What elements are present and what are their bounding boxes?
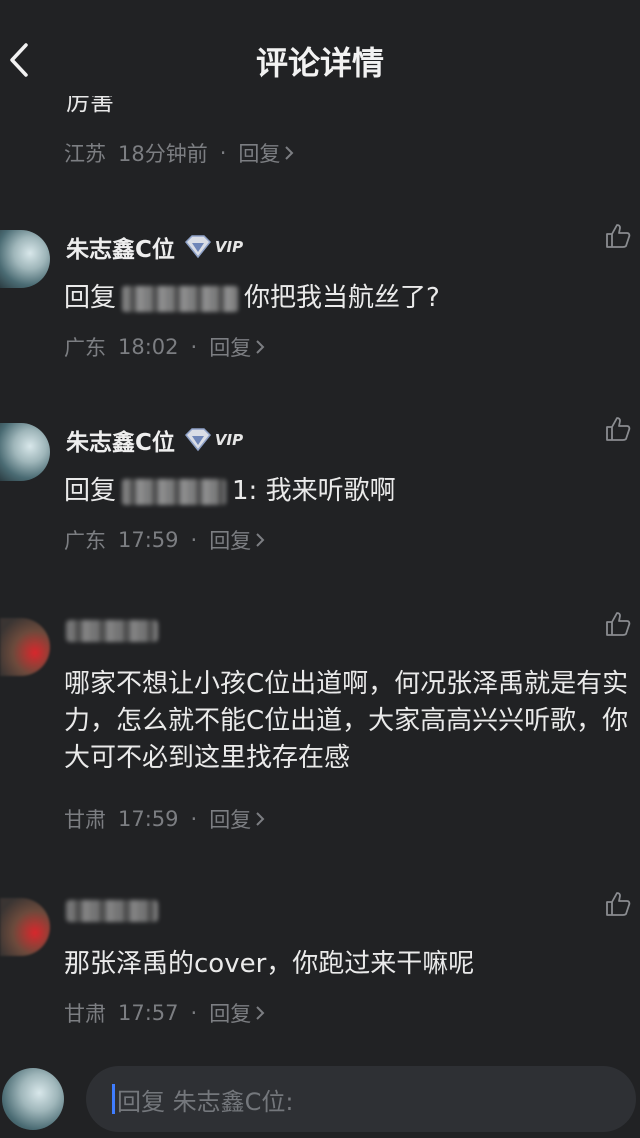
- comment-location: 广东: [64, 336, 106, 360]
- reply-link[interactable]: 回复: [209, 525, 265, 555]
- avatar[interactable]: [0, 230, 50, 288]
- comment-time: 18:02: [118, 335, 179, 359]
- comment-body: 哪家不想让小孩C位出道啊，何况张泽禹就是有实力，怎么就不能C位出道，大家高高兴兴…: [64, 669, 629, 773]
- comment-meta: 甘肃 17:57 · 回复: [64, 998, 265, 1028]
- vip-badge: VIP: [183, 235, 243, 259]
- reply-link[interactable]: 回复: [209, 804, 265, 834]
- comment-meta: 广东 18:02 · 回复: [64, 332, 265, 362]
- comment-body: 回复 你把我当航丝了?: [64, 283, 440, 313]
- comment-author[interactable]: 朱志鑫C位 VIP: [66, 230, 243, 264]
- vip-diamond-icon: [184, 428, 211, 452]
- reply-input[interactable]: 回复 朱志鑫C位:: [86, 1066, 636, 1132]
- comment-location: 广东: [64, 529, 106, 553]
- thumbs-up-icon[interactable]: [604, 610, 632, 638]
- comment-meta: 甘肃 17:59 · 回复: [64, 804, 265, 834]
- reply-link[interactable]: 回复: [209, 998, 265, 1028]
- page-title: 评论详情: [255, 44, 384, 82]
- meta-separator: ·: [190, 1001, 198, 1025]
- blurred-username[interactable]: [66, 620, 158, 642]
- comment-meta: 江苏 18分钟前 · 回复: [64, 138, 294, 168]
- blurred-username[interactable]: [66, 900, 158, 922]
- chevron-right-icon: [256, 812, 265, 826]
- meta-separator: ·: [190, 335, 198, 359]
- comment-time: 18分钟前: [118, 142, 208, 166]
- chevron-right-icon: [256, 533, 265, 547]
- meta-separator: ·: [219, 141, 227, 165]
- blurred-mention: [122, 478, 227, 505]
- comment-location: 江苏: [64, 142, 106, 166]
- chevron-right-icon: [285, 146, 294, 160]
- vip-diamond-icon: [184, 235, 211, 259]
- meta-separator: ·: [190, 807, 198, 831]
- vip-badge: VIP: [183, 428, 243, 452]
- chevron-right-icon: [256, 340, 265, 354]
- text-caret: [112, 1084, 115, 1114]
- comment-body: 那张泽禹的cover，你跑过来干嘛呢: [64, 949, 475, 979]
- thumbs-up-icon[interactable]: [604, 415, 632, 443]
- comment-time: 17:57: [118, 1001, 179, 1025]
- comment-time: 17:59: [118, 807, 179, 831]
- comment-author[interactable]: 朱志鑫C位 VIP: [66, 423, 243, 457]
- comment-meta: 广东 17:59 · 回复: [64, 525, 265, 555]
- meta-separator: ·: [190, 528, 198, 552]
- comment-location: 甘肃: [64, 808, 106, 832]
- my-avatar[interactable]: [2, 1068, 64, 1130]
- avatar[interactable]: [0, 423, 50, 481]
- avatar[interactable]: [0, 618, 50, 676]
- reply-link[interactable]: 回复: [238, 138, 294, 168]
- chevron-right-icon: [256, 1006, 265, 1020]
- avatar[interactable]: [0, 898, 50, 956]
- reply-bar: 回复 朱志鑫C位:: [0, 1062, 640, 1138]
- blurred-mention: [122, 285, 239, 312]
- thumbs-up-icon[interactable]: [604, 890, 632, 918]
- comment-time: 17:59: [118, 528, 179, 552]
- partial-comment-text: 厉害: [66, 96, 114, 116]
- thumbs-up-icon[interactable]: [604, 222, 632, 250]
- comment-location: 甘肃: [64, 1002, 106, 1026]
- comment-body: 回复 1: 我来听歌啊: [64, 476, 396, 506]
- reply-link[interactable]: 回复: [209, 332, 265, 362]
